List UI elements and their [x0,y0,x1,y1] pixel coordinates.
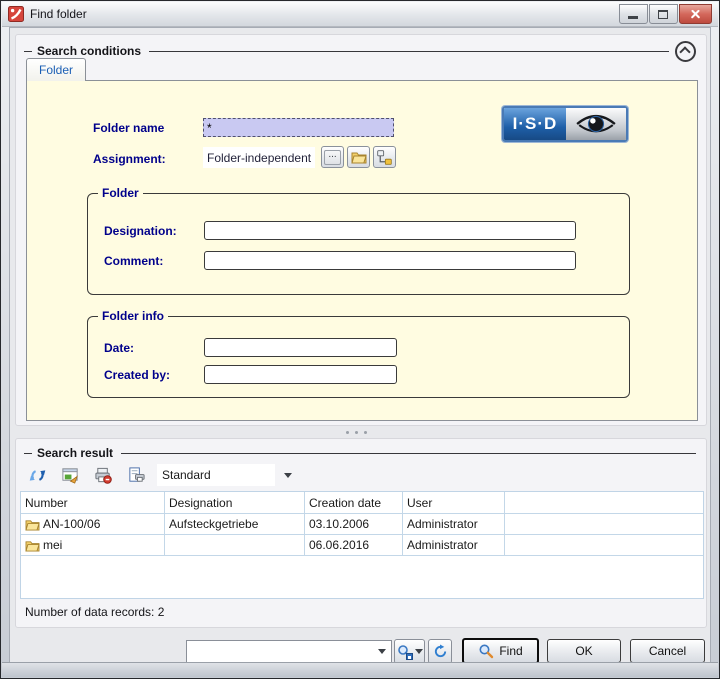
search-save-icon [397,644,413,660]
comment-label: Comment: [104,254,164,268]
date-input[interactable] [204,338,397,357]
refresh-icon [29,469,45,481]
cell-creation-date: 03.10.2006 [305,514,403,534]
eye-icon [576,114,616,133]
assignment-browse-button[interactable]: ... [321,146,344,168]
panel-splitter[interactable] [346,431,367,434]
export-image-button[interactable] [59,464,81,486]
cell-designation: Aufsteckgetriebe [165,514,305,534]
view-preset-value: Standard [162,468,211,482]
cell-user: Administrator [403,535,505,555]
assignment-folder-button[interactable] [347,146,370,168]
column-header-user[interactable]: User [403,492,505,513]
refresh-search-button[interactable] [428,639,452,664]
table-row[interactable]: mei 06.06.2016 Administrator [21,535,703,556]
cell-number: mei [43,538,63,552]
collapse-search-conditions-button[interactable] [675,40,696,62]
column-header-designation[interactable]: Designation [165,492,305,513]
minimize-icon [628,16,638,19]
find-button-label: Find [499,644,523,658]
result-toolbar [26,463,147,487]
maximize-button[interactable] [649,4,678,24]
view-preset-dropdown-button[interactable] [279,464,297,486]
chevron-down-icon [414,649,423,654]
isd-logo-text: I·S·D [504,108,566,140]
record-count-label: Number of data records: [25,605,155,619]
record-count-value: 2 [157,605,165,619]
designation-label: Designation: [104,224,177,238]
folder-icon [25,540,40,552]
column-header-number[interactable]: Number [21,492,165,513]
created-by-input[interactable] [204,365,397,384]
title-bar: Find folder [2,2,718,27]
folder-icon [350,152,367,164]
table-header-row: Number Designation Creation date User [21,492,703,514]
folder-tab-page: Folder name Assignment: Folder-independe… [26,80,698,421]
ellipsis-icon: ... [324,149,341,165]
ok-button-label: OK [575,644,593,658]
maximize-icon [658,10,668,19]
folder-icon [25,519,40,531]
folder-name-input[interactable] [203,118,394,137]
view-preset-select[interactable]: Standard [157,464,275,486]
search-result-header: Search result [24,445,696,461]
column-header-creation-date[interactable]: Creation date [305,492,403,513]
chevron-up-icon [679,45,691,58]
cell-number: AN-100/06 [43,517,101,531]
chevron-down-icon [378,649,386,654]
print-list-icon [128,466,145,482]
comment-input[interactable] [204,251,576,270]
designation-input[interactable] [204,221,576,240]
cell-designation [165,535,305,555]
column-header-empty[interactable] [505,492,703,513]
cell-creation-date: 06.06.2016 [305,535,403,555]
assignment-label: Assignment: [93,152,166,166]
search-conditions-legend: Search conditions [37,44,142,58]
search-result-panel: Search result Standard Number Designatio… [15,438,707,628]
window-bottom-frame [2,662,718,677]
dialog-client-area: Search conditions Folder Folder name Ass… [9,27,711,664]
find-folder-dialog: Find folder Search conditions Folder Fol… [0,0,720,679]
print-list-button[interactable] [125,464,147,486]
minimize-button[interactable] [619,4,648,24]
save-search-button[interactable] [394,639,425,664]
print-settings-button[interactable] [92,464,114,486]
folder-name-label: Folder name [93,121,165,135]
saved-search-select[interactable] [186,640,392,663]
cell-user: Administrator [403,514,505,534]
assignment-structure-button[interactable] [373,146,396,168]
results-table: Number Designation Creation date User AN… [20,491,704,599]
hierarchy-icon [377,149,392,165]
isd-logo: I·S·D [502,106,628,142]
chevron-down-icon [284,472,292,478]
search-conditions-panel: Search conditions Folder Folder name Ass… [15,34,707,426]
window-controls [619,4,712,24]
folder-group-legend: Folder [98,186,143,200]
table-row[interactable]: AN-100/06 Aufsteckgetriebe 03.10.2006 Ad… [21,514,703,535]
assignment-value: Folder-independent [203,147,316,168]
record-count-status: Number of data records: 2 [25,605,164,619]
ok-button[interactable]: OK [547,639,621,663]
search-result-legend: Search result [37,446,114,460]
created-by-label: Created by: [104,368,171,382]
refresh-results-button[interactable] [26,464,48,486]
cancel-button[interactable]: Cancel [630,639,705,663]
window-title: Find folder [30,7,87,21]
folder-info-group-legend: Folder info [98,309,168,323]
export-image-icon [61,467,78,484]
refresh-icon [434,644,446,658]
tab-folder[interactable]: Folder [26,58,87,81]
date-label: Date: [104,341,135,355]
tab-folder-label: Folder [39,63,74,77]
search-conditions-header: Search conditions [24,40,696,62]
find-button[interactable]: Find [462,638,539,664]
folder-info-group: Folder info Date: Created by: [87,309,630,398]
close-button[interactable] [679,4,712,24]
print-settings-icon [94,467,112,484]
search-icon [479,644,494,659]
folder-group: Folder Designation: Comment: [87,186,630,295]
cancel-button-label: Cancel [648,644,687,658]
app-icon [8,6,24,22]
